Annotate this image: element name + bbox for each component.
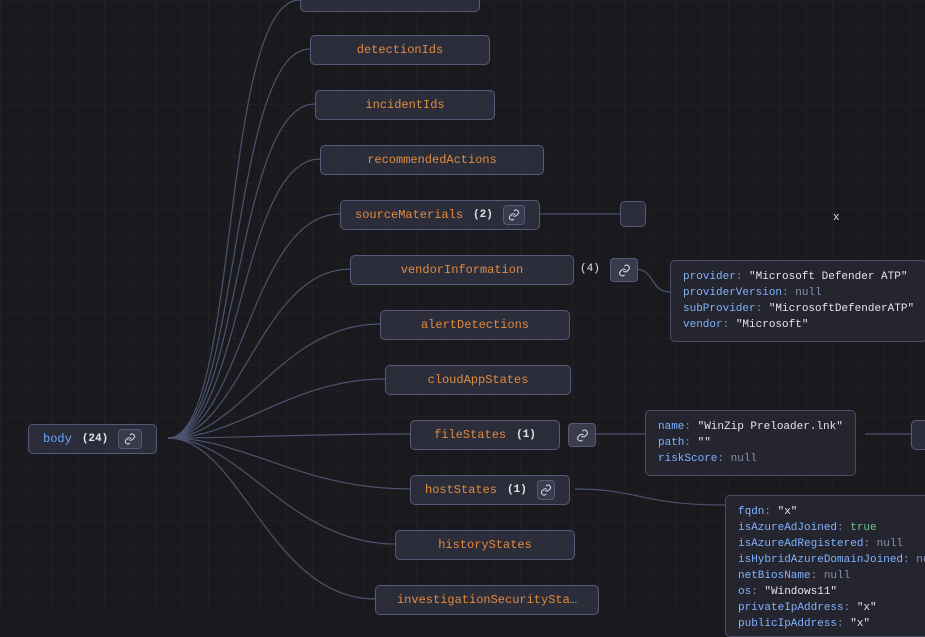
detail-row: isAzureAdRegistered: null (738, 536, 925, 552)
detail-row: provider: "Microsoft Defender ATP" (683, 269, 914, 285)
detail-row: isHybridAzureDomainJoined: null (738, 552, 925, 568)
link-icon (537, 480, 555, 500)
node-alertDetections[interactable]: alertDetections (380, 310, 570, 340)
stray-x-text: x (833, 212, 840, 224)
node-label: historyStates (438, 538, 532, 552)
node-label: alertDetections (421, 318, 529, 332)
detail-vendorInformation[interactable]: provider: "Microsoft Defender ATP"provid… (670, 260, 925, 342)
node-detectionIds[interactable]: detectionIds (310, 35, 490, 65)
vendor-count-outside: (4) (580, 263, 600, 275)
node-label: detectionIds (357, 43, 443, 57)
detail-row: providerVersion: null (683, 285, 914, 301)
detail-row: privateIpAddress: "x" (738, 600, 925, 616)
detail-row: riskScore: null (658, 451, 843, 467)
node-count: (2) (473, 209, 493, 221)
node-count: (1) (507, 484, 527, 496)
node-label: body (43, 432, 72, 446)
detail-row: vendor: "Microsoft" (683, 317, 914, 333)
node-label: incidentIds (365, 98, 444, 112)
node-vendorInformation[interactable]: vendorInformation (350, 255, 574, 285)
node-label: sourceMaterials (355, 208, 463, 222)
node-label: fileStates (434, 428, 506, 442)
detail-row: publicIpAddress: "x" (738, 616, 925, 632)
detail-row: name: "WinZip Preloader.lnk" (658, 419, 843, 435)
node-body[interactable]: body (24) (28, 424, 157, 454)
node-historyStates[interactable]: historyStates (395, 530, 575, 560)
detail-fileStates[interactable]: name: "WinZip Preloader.lnk"path: ""risk… (645, 410, 856, 476)
node-label: vendorInformation (401, 263, 523, 277)
node-label: hostStates (425, 483, 497, 497)
node-recommendedActions[interactable]: recommendedActions (320, 145, 544, 175)
detail-row: isAzureAdJoined: true (738, 520, 925, 536)
node-incidentIds[interactable]: incidentIds (315, 90, 495, 120)
detail-row: fqdn: "x" (738, 504, 925, 520)
node-label: investigationSecuritySta… (397, 593, 577, 607)
node-clipped-top[interactable] (300, 0, 480, 12)
node-count: (24) (82, 433, 108, 445)
node-fileStates[interactable]: fileStates (1) (410, 420, 560, 450)
detail-row: netBiosName: null (738, 568, 925, 584)
node-clipped-right[interactable] (911, 420, 925, 450)
node-investigationSecurityStates[interactable]: investigationSecuritySta… (375, 585, 599, 615)
link-badge-fileStates[interactable] (568, 423, 596, 447)
node-collapsed-small[interactable] (620, 201, 646, 227)
link-badge-vendorInformation[interactable] (610, 258, 638, 282)
node-sourceMaterials[interactable]: sourceMaterials (2) (340, 200, 540, 230)
detail-hostStates[interactable]: fqdn: "x"isAzureAdJoined: trueisAzureAdR… (725, 495, 925, 637)
node-cloudAppStates[interactable]: cloudAppStates (385, 365, 571, 395)
link-icon (503, 205, 525, 225)
node-count: (1) (516, 429, 536, 441)
node-label: cloudAppStates (428, 373, 529, 387)
node-hostStates[interactable]: hostStates (1) (410, 475, 570, 505)
detail-row: path: "" (658, 435, 843, 451)
detail-row: subProvider: "MicrosoftDefenderATP" (683, 301, 914, 317)
link-icon (118, 429, 142, 449)
node-label: recommendedActions (367, 153, 497, 167)
graph-canvas[interactable]: body (24) detectionIds incidentIds recom… (0, 0, 925, 612)
detail-row: os: "Windows11" (738, 584, 925, 600)
